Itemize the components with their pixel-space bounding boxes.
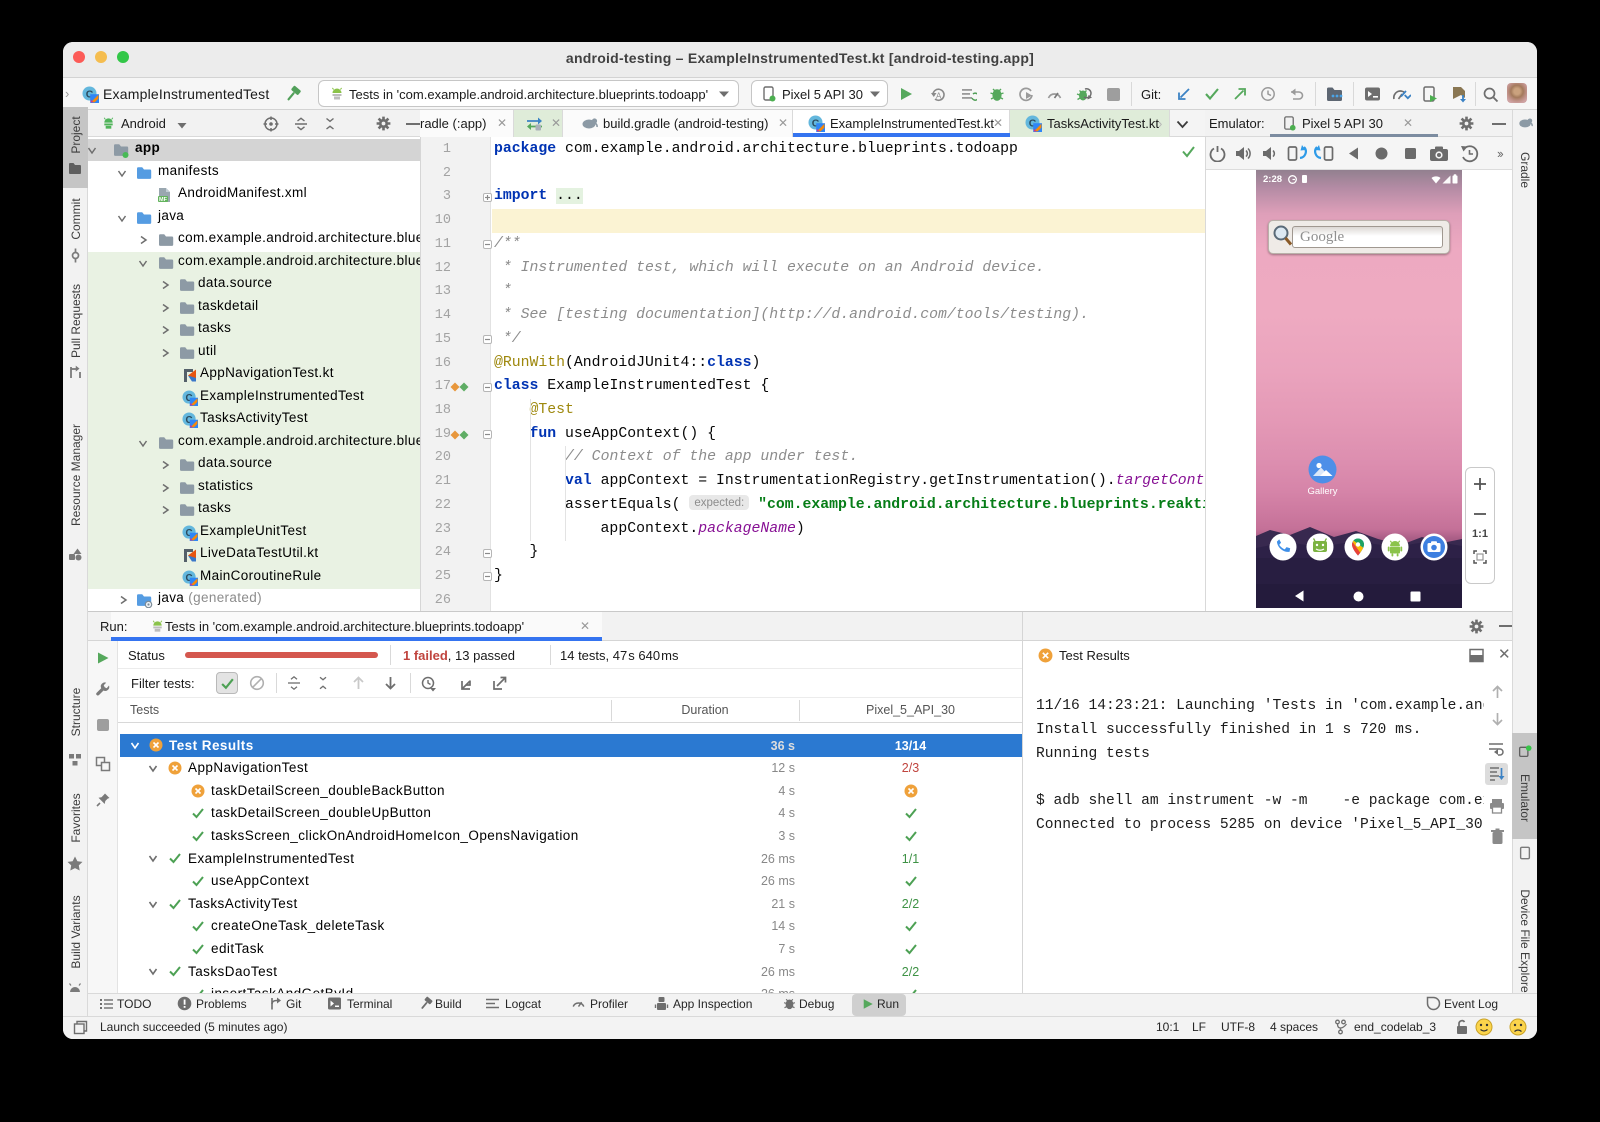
svg-text:MF: MF	[159, 197, 168, 203]
svg-text:A: A	[936, 92, 942, 101]
